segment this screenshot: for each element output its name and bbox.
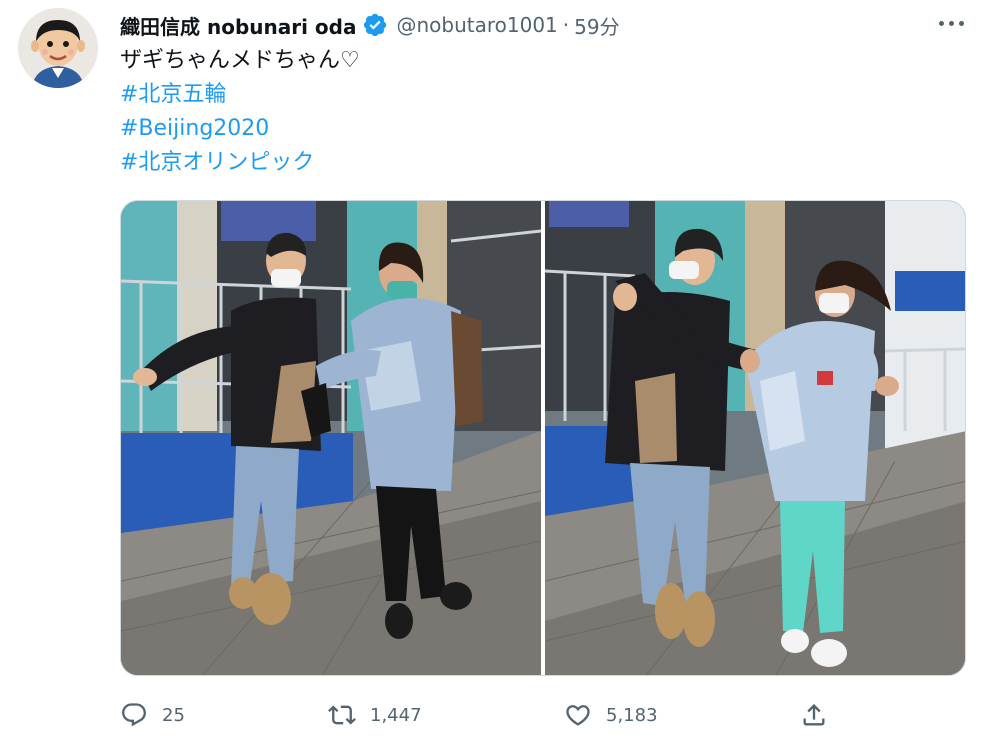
- hashtag-link[interactable]: #北京五輪: [120, 78, 960, 112]
- user-handle[interactable]: @nobutaro1001: [396, 13, 557, 37]
- reply-icon: [122, 703, 146, 727]
- share-button[interactable]: [800, 697, 828, 733]
- photo-illustration: [545, 201, 965, 675]
- tweet: 織田信成 nobunari oda @nobutaro1001 · 59分 ザギ…: [0, 0, 1000, 749]
- display-name[interactable]: 織田信成 nobunari oda: [120, 11, 356, 40]
- avatar[interactable]: [18, 8, 98, 88]
- hashtag-link[interactable]: #北京オリンピック: [120, 146, 960, 180]
- tweet-actions: 25 1,447 5,183: [120, 697, 840, 733]
- cartoon-avatar-icon: [18, 8, 98, 88]
- timestamp[interactable]: 59分: [574, 11, 619, 40]
- verified-badge-icon: [364, 13, 387, 37]
- reply-button[interactable]: 25: [120, 697, 185, 733]
- retweet-button[interactable]: 1,447: [328, 697, 422, 733]
- tweet-text-line: ザギちゃんメドちゃん♡: [120, 48, 360, 73]
- like-count: 5,183: [606, 704, 658, 726]
- photo-illustration: [121, 201, 541, 675]
- reply-count: 25: [162, 704, 185, 726]
- tweet-media: [120, 200, 966, 676]
- more-options-button[interactable]: [934, 10, 968, 36]
- tweet-photo[interactable]: [545, 201, 965, 675]
- tweet-photo[interactable]: [121, 201, 541, 675]
- separator-dot: ·: [562, 13, 570, 37]
- like-button[interactable]: 5,183: [564, 697, 658, 733]
- retweet-icon: [328, 705, 356, 725]
- more-horizontal-icon: [938, 20, 944, 26]
- heart-icon: [566, 705, 590, 726]
- tweet-text: ザギちゃんメドちゃん♡ #北京五輪 #Beijing2020 #北京オリンピック: [120, 44, 960, 180]
- retweet-count: 1,447: [370, 704, 422, 726]
- share-icon: [803, 704, 825, 726]
- tweet-header: 織田信成 nobunari oda @nobutaro1001 · 59分: [120, 9, 620, 41]
- hashtag-link[interactable]: #Beijing2020: [120, 112, 960, 146]
